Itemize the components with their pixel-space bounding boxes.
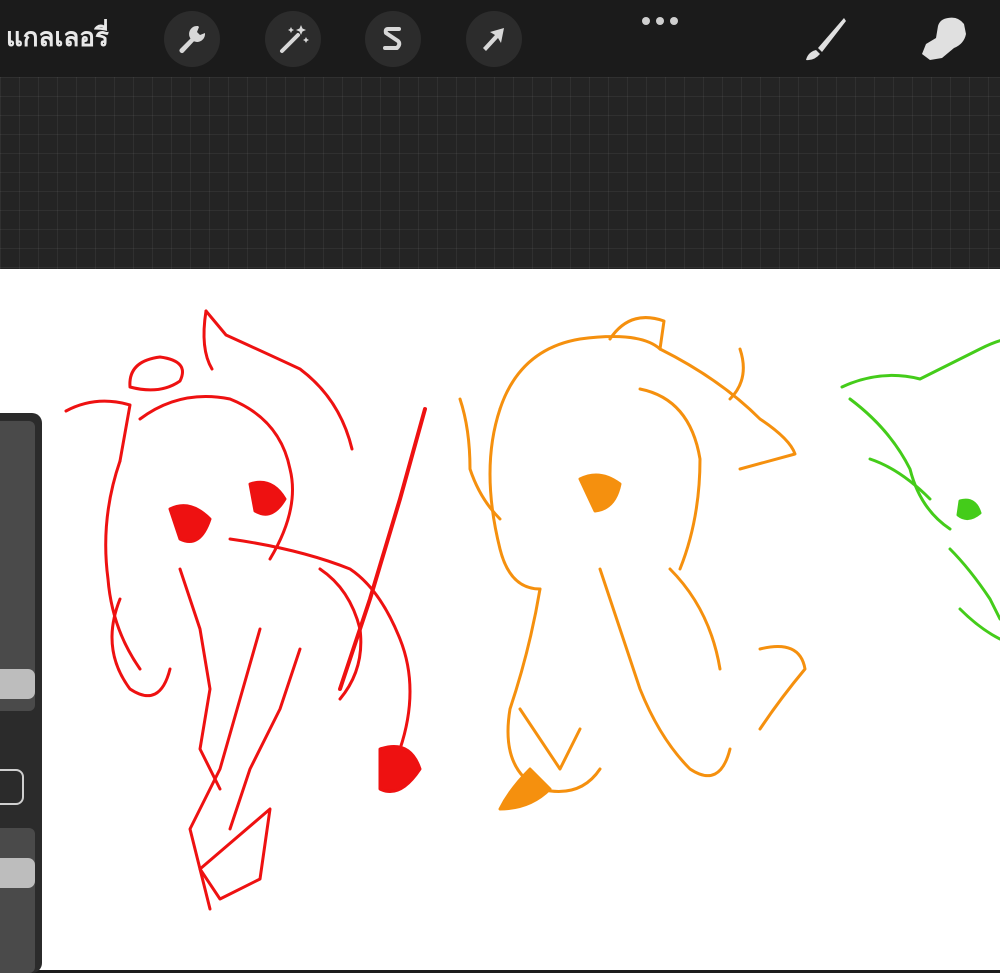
top-toolbar: แกลเลอรี่ — [0, 0, 1000, 77]
selection-s-icon — [383, 27, 402, 50]
gallery-button[interactable]: แกลเลอรี่ — [6, 18, 109, 58]
wrench-icon — [179, 25, 206, 54]
left-sidebar — [0, 413, 42, 973]
brush-size-slider-handle[interactable] — [0, 669, 35, 699]
actions-button[interactable] — [164, 11, 220, 67]
square-outline-icon[interactable] — [0, 769, 24, 805]
red-cat-sketch — [64, 309, 427, 911]
ellipsis-icon[interactable] — [638, 10, 682, 32]
adjustments-button[interactable] — [265, 11, 321, 67]
drawing-canvas[interactable] — [0, 269, 1000, 970]
smudge-finger-icon[interactable] — [918, 14, 970, 64]
brush-size-slider[interactable] — [0, 421, 35, 711]
brush-icon[interactable] — [796, 14, 850, 64]
green-cat-sketch — [840, 339, 1000, 641]
selection-button[interactable] — [365, 11, 421, 67]
sketch-layer — [64, 309, 1000, 911]
opacity-slider[interactable] — [0, 828, 35, 973]
arrow-cursor-icon — [483, 28, 504, 51]
transform-button[interactable] — [466, 11, 522, 67]
orange-cat-sketch — [458, 316, 807, 811]
magic-wand-icon — [280, 25, 309, 53]
opacity-slider-handle[interactable] — [0, 858, 35, 888]
workspace-grid-background — [0, 77, 1000, 269]
